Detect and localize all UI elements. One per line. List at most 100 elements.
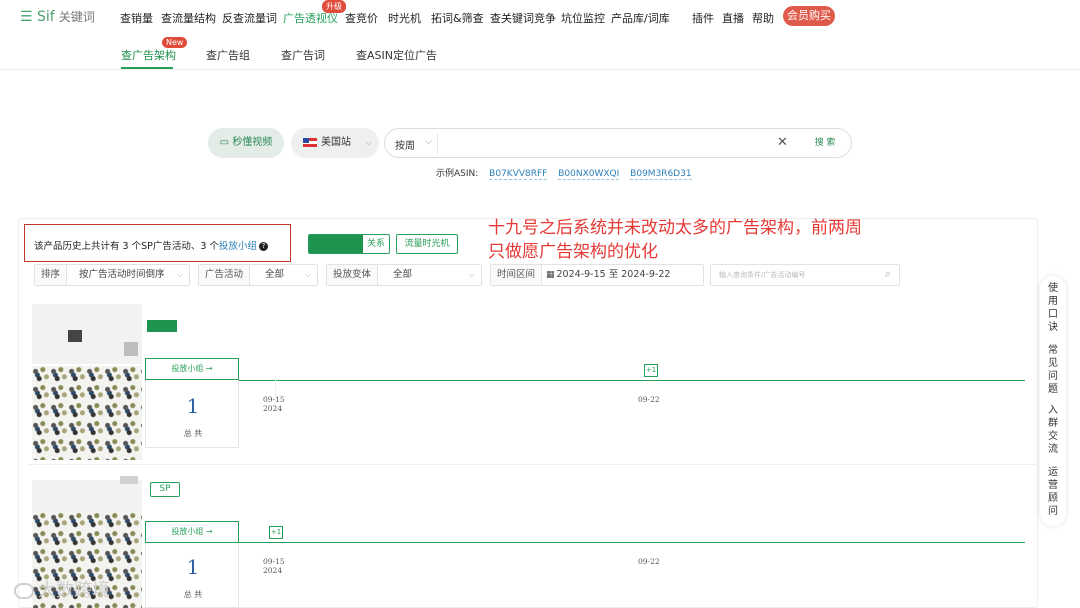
ad-group-button[interactable]: 投放小组 →	[145, 358, 239, 380]
campaign-select[interactable]: 广告活动 全部 ⌵	[198, 264, 318, 286]
example-asin-link[interactable]: B09M3R6D31	[630, 169, 692, 180]
date-label: 09-15	[263, 557, 285, 566]
tab-ad-keyword[interactable]: 查广告词	[281, 47, 325, 63]
nav-item-traffic-structure[interactable]: 查流量结构	[161, 10, 216, 26]
date-range-label: 时间区间	[491, 265, 543, 285]
tab-ad-structure[interactable]: 查广告架构	[121, 47, 176, 63]
date-label: 09-22	[638, 395, 660, 404]
site-value: 美国站	[321, 137, 351, 148]
date-range-value: ▦ 2024-9-15 至 2024-9-22	[546, 265, 670, 285]
count-value: 1	[186, 394, 200, 418]
relationship-toggle[interactable]: 关系	[308, 234, 390, 254]
date-range-picker[interactable]: 时间区间 ▦ 2024-9-15 至 2024-9-22	[490, 264, 704, 286]
video-tutorial-label: 秒懂视频	[232, 137, 273, 148]
mode-select[interactable]: 按周	[395, 137, 415, 152]
sp-badge: SP	[150, 482, 180, 497]
clear-icon[interactable]: ✕	[777, 135, 788, 150]
toggle-on-segment	[309, 235, 363, 253]
ad-group-button[interactable]: 投放小组 →	[145, 521, 239, 543]
nav-item-reverse-keywords[interactable]: 反查流量词	[222, 10, 277, 26]
count-label: 总 共	[183, 429, 203, 438]
nav-item-expand-words[interactable]: 拓词&筛查	[431, 10, 484, 26]
variant-label: 投放变体	[327, 265, 379, 285]
logo[interactable]: ☰ Sif 关键词	[20, 8, 95, 25]
nav-item-help[interactable]: 帮助	[752, 10, 774, 26]
range-end: 2024-9-22	[621, 269, 671, 280]
range-start: 2024-9-15	[556, 269, 606, 280]
sort-label: 排序	[35, 265, 68, 285]
nav-item-product-library[interactable]: 产品库/词库	[611, 10, 670, 26]
search-button[interactable]: 搜 索	[797, 129, 853, 157]
ad-group-link[interactable]: 投放小组	[219, 241, 257, 252]
floating-sidebar: 使用口诀 常见问题 入群交流 运营顾问	[1040, 276, 1066, 526]
count-value: 1	[186, 555, 200, 579]
chevron-down-icon: ⌵	[365, 138, 372, 148]
count-box: 1 总 共	[145, 380, 239, 448]
nav-item-time-machine[interactable]: 时光机	[388, 10, 421, 26]
sidebar-item-label: 常见问题	[1048, 345, 1058, 395]
campaign-value: 全部	[265, 269, 285, 280]
video-tutorial-button[interactable]: ▭ 秒懂视频	[208, 128, 284, 158]
traffic-time-machine-button[interactable]: 流量时光机	[396, 234, 458, 254]
product-image-fragment	[124, 342, 138, 356]
example-asins: 示例ASIN: B07KVV8RFF B00NX0WXQI B09M3R6D31	[436, 166, 692, 180]
sidebar-item-tips[interactable]: 使用口诀	[1040, 282, 1066, 334]
sidebar-item-join-group[interactable]: 入群交流	[1040, 404, 1066, 456]
logo-text: Sif	[37, 9, 55, 25]
help-icon[interactable]: ?	[258, 242, 268, 251]
example-asin-link[interactable]: B07KVV8RFF	[489, 169, 548, 180]
change-badge[interactable]: +1	[644, 364, 658, 377]
campaign-summary-text: 该产品历史上共计有 3 个SP广告活动、3 个	[34, 241, 219, 252]
sort-select[interactable]: 排序 按广告活动时间倒序 ⌵	[34, 264, 190, 286]
sidebar-item-label: 运营顾问	[1048, 467, 1058, 517]
variant-value: 全部	[393, 269, 413, 280]
nav-item-slot-monitor[interactable]: 坑位监控	[561, 10, 605, 26]
sidebar-item-label: 入群交流	[1048, 405, 1058, 455]
toggle-label: 关系	[366, 239, 385, 249]
count-box: 1 总 共	[145, 543, 239, 608]
change-badge[interactable]: +1	[269, 526, 283, 539]
nav-item-live[interactable]: 直播	[722, 10, 744, 26]
chevron-down-icon: ⌵	[425, 137, 432, 147]
chevron-down-icon: ⌵	[468, 270, 475, 279]
sidebar-item-label: 使用口诀	[1048, 283, 1058, 333]
sidebar-item-faq[interactable]: 常见问题	[1040, 344, 1066, 396]
date-label: 09-22	[638, 557, 660, 566]
watermark-logo-icon	[14, 583, 34, 599]
annotation-text: 十九号之后系统并未改动太多的广告架构，前两周只做愿广告架构的优化	[488, 218, 862, 262]
campaign-summary: 该产品历史上共计有 3 个SP广告活动、3 个投放小组?	[34, 238, 268, 252]
product-image-fragment	[120, 476, 138, 484]
chevron-down-icon: ⌵	[176, 270, 183, 279]
site-select[interactable]: 美国站 ⌵	[291, 128, 379, 158]
tab-asin-targeting[interactable]: 查ASIN定位广告	[356, 47, 437, 63]
count-label: 总 共	[183, 590, 203, 599]
logo-subtitle: 关键词	[58, 10, 95, 24]
timeline-date-start: 09-15 2024	[263, 395, 285, 413]
top-navigation: ☰ Sif 关键词 查销量 查流量结构 反查流量词 广告透视仪 升级 查竞价 时光…	[0, 0, 1080, 34]
us-flag-icon	[303, 137, 317, 147]
chevron-down-icon: ⌵	[304, 270, 311, 279]
sort-value: 按广告活动时间倒序	[79, 269, 165, 280]
nav-item-bid[interactable]: 查竞价	[345, 10, 378, 26]
nav-item-sales[interactable]: 查销量	[120, 10, 153, 26]
search-icon[interactable]: ⌕	[885, 267, 891, 281]
upgrade-badge: 升级	[322, 0, 346, 13]
tab-ad-group[interactable]: 查广告组	[206, 47, 250, 63]
nav-item-keyword-competition[interactable]: 查关键词竞争	[490, 10, 556, 26]
sidebar-item-advisor[interactable]: 运营顾问	[1040, 466, 1066, 518]
example-asin-link[interactable]: B00NX0WXQI	[558, 169, 620, 180]
search-placeholder: 输入查询条件/广告活动编号	[719, 271, 806, 279]
video-icon: ▭	[219, 137, 230, 148]
member-purchase-button[interactable]: 会员购买	[783, 6, 835, 26]
nav-item-plugin[interactable]: 插件	[692, 10, 714, 26]
watermark: 大数跨境	[14, 576, 110, 602]
divider	[437, 134, 438, 154]
timeline-date-start: 09-15 2024	[263, 557, 285, 575]
variant-select[interactable]: 投放变体 全部 ⌵	[326, 264, 482, 286]
campaign-search-input[interactable]: 输入查询条件/广告活动编号 ⌕	[710, 264, 900, 286]
campaign-label: 广告活动	[199, 265, 251, 285]
product-image[interactable]	[32, 366, 142, 460]
sub-tabs: 查广告架构 New 查广告组 查广告词 查ASIN定位广告	[0, 34, 1080, 70]
menu-icon[interactable]: ☰	[20, 9, 33, 25]
new-badge: New	[162, 37, 188, 48]
